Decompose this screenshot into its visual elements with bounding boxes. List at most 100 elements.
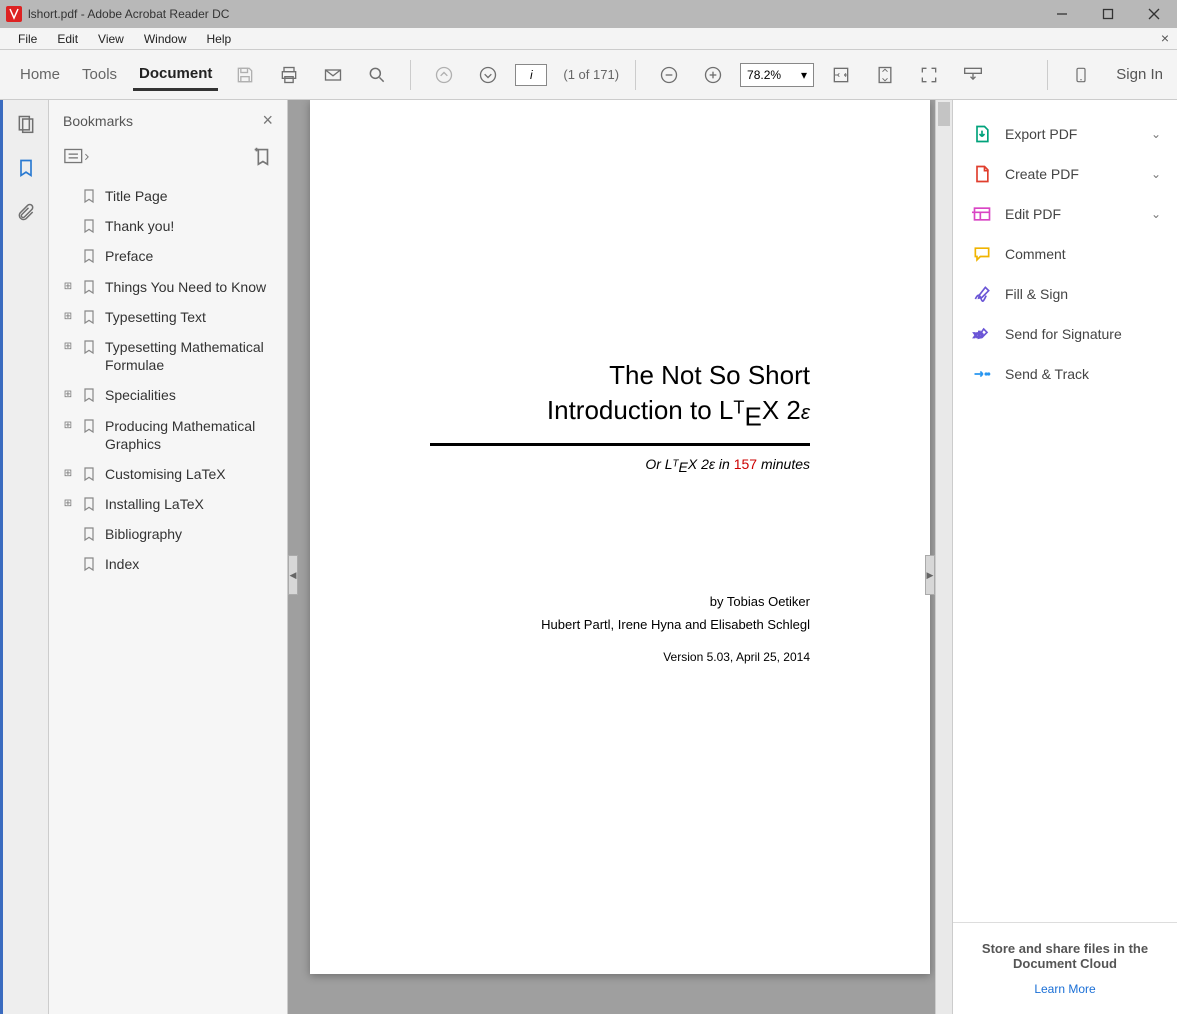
expand-icon[interactable]: ⊞ [61,468,75,479]
chevron-down-icon: ⌄ [1151,207,1161,221]
tab-home[interactable]: Home [14,60,66,89]
sign-in-link[interactable]: Sign In [1116,66,1163,83]
bookmarks-panel: Bookmarks × Title Page Thank you! Preface ⊞… [49,100,288,1014]
doc-subtitle: Or LTEX 2ε in 157 minutes [310,456,930,475]
expand-icon[interactable]: ⊞ [61,389,75,400]
document-viewport[interactable]: ◀ The Not So Short Introduction to LTEX … [288,100,952,1014]
tool-icon [969,364,995,384]
tool-icon [969,284,995,304]
bookmark-item[interactable]: Bibliography [57,519,279,549]
bookmark-icon [81,248,99,264]
close-button[interactable] [1131,0,1177,28]
bookmark-item[interactable]: Thank you! [57,211,279,241]
tool-label: Comment [1005,246,1161,262]
right-tool-item[interactable]: Edit PDF⌄ [953,194,1177,234]
tool-label: Create PDF [1005,166,1151,182]
right-tools-panel: Export PDF⌄Create PDF⌄Edit PDF⌄CommentFi… [952,100,1177,1014]
mobile-icon[interactable] [1064,58,1098,92]
read-mode-icon[interactable] [956,58,990,92]
bookmark-item[interactable]: ⊞Typesetting Mathematical Formulae [57,332,279,380]
bookmark-label: Preface [105,247,275,265]
collapse-right-handle[interactable]: ▶ [925,555,935,595]
bookmark-item[interactable]: Title Page [57,181,279,211]
bookmark-label: Typesetting Text [105,308,275,326]
bookmark-item[interactable]: ⊞ Specialities [57,380,279,410]
bookmark-icon [81,526,99,542]
menu-view[interactable]: View [88,30,134,48]
separator [635,60,636,90]
fit-width-icon[interactable] [824,58,858,92]
chevron-down-icon: ▾ [801,68,807,82]
right-tool-item[interactable]: Send & Track [953,354,1177,394]
tool-label: Export PDF [1005,126,1151,142]
bookmark-label: Installing LaTeX [105,495,275,513]
zoom-value: 78.2% [747,68,781,82]
menu-window[interactable]: Window [134,30,197,48]
page-number-input[interactable] [515,64,547,86]
bookmark-icon [81,218,99,234]
tab-tools[interactable]: Tools [76,60,123,89]
collapse-left-handle[interactable]: ◀ [288,555,298,595]
close-panel-icon[interactable]: × [262,110,273,131]
tool-label: Send for Signature [1005,326,1161,342]
minimize-button[interactable] [1039,0,1085,28]
bookmark-icon [81,496,99,512]
expand-icon[interactable]: ⊞ [61,311,75,322]
bookmark-label: Title Page [105,187,275,205]
doc-version: Version 5.03, April 25, 2014 [310,632,930,664]
bookmark-options-icon[interactable] [63,146,91,166]
doc-rule [430,443,810,446]
promo-link[interactable]: Learn More [1034,982,1095,996]
bookmark-item[interactable]: ⊞ Installing LaTeX [57,489,279,519]
bookmark-item[interactable]: ⊞Things You Need to Know [57,272,279,302]
expand-icon[interactable]: ⊞ [61,420,75,431]
bookmarks-title: Bookmarks [63,113,133,129]
right-tool-item[interactable]: Export PDF⌄ [953,114,1177,154]
maximize-button[interactable] [1085,0,1131,28]
separator [410,60,411,90]
attachments-icon[interactable] [14,200,38,224]
zoom-select[interactable]: 78.2% ▾ [740,63,814,87]
right-tool-item[interactable]: xbSend for Signature [953,314,1177,354]
menu-help[interactable]: Help [197,30,242,48]
thumbnails-icon[interactable] [14,112,38,136]
right-tool-item[interactable]: Comment [953,234,1177,274]
bookmark-label: Index [105,555,275,573]
page-down-icon[interactable] [471,58,505,92]
doc-author-1: by Tobias Oetiker [310,474,930,609]
expand-icon[interactable]: ⊞ [61,281,75,292]
bookmark-item[interactable]: Index [57,549,279,579]
tab-document[interactable]: Document [133,59,218,91]
chevron-down-icon: ⌄ [1151,167,1161,181]
bookmark-label: Specialities [105,386,275,404]
bookmark-item[interactable]: ⊞Producing Mathematical Graphics [57,411,279,459]
add-bookmark-icon[interactable] [251,145,273,167]
bookmark-list: Title Page Thank you! Preface ⊞Things You N… [49,177,287,1014]
right-tool-item[interactable]: Create PDF⌄ [953,154,1177,194]
fit-page-icon[interactable] [868,58,902,92]
right-tool-item[interactable]: Fill & Sign [953,274,1177,314]
tool-icon [969,204,995,224]
bookmark-item[interactable]: ⊞Customising LaTeX [57,459,279,489]
scrollbar-thumb[interactable] [938,102,950,126]
expand-icon[interactable]: ⊞ [61,498,75,509]
menu-edit[interactable]: Edit [47,30,88,48]
chevron-down-icon: ⌄ [1151,127,1161,141]
menu-file[interactable]: File [8,30,47,48]
bookmark-icon [81,387,99,403]
zoom-out-icon[interactable] [652,58,686,92]
close-doc-icon[interactable]: × [1161,30,1169,46]
email-icon[interactable] [316,58,350,92]
bookmarks-icon[interactable] [14,156,38,180]
vertical-scrollbar[interactable] [935,100,952,1014]
bookmark-item[interactable]: Preface [57,241,279,271]
bookmark-icon [81,309,99,325]
expand-icon[interactable]: ⊞ [61,341,75,352]
zoom-in-icon[interactable] [696,58,730,92]
bookmark-item[interactable]: ⊞ Typesetting Text [57,302,279,332]
search-icon[interactable] [360,58,394,92]
print-icon[interactable] [272,58,306,92]
separator [1047,60,1048,90]
bookmark-icon [81,556,99,572]
fullscreen-icon[interactable] [912,58,946,92]
